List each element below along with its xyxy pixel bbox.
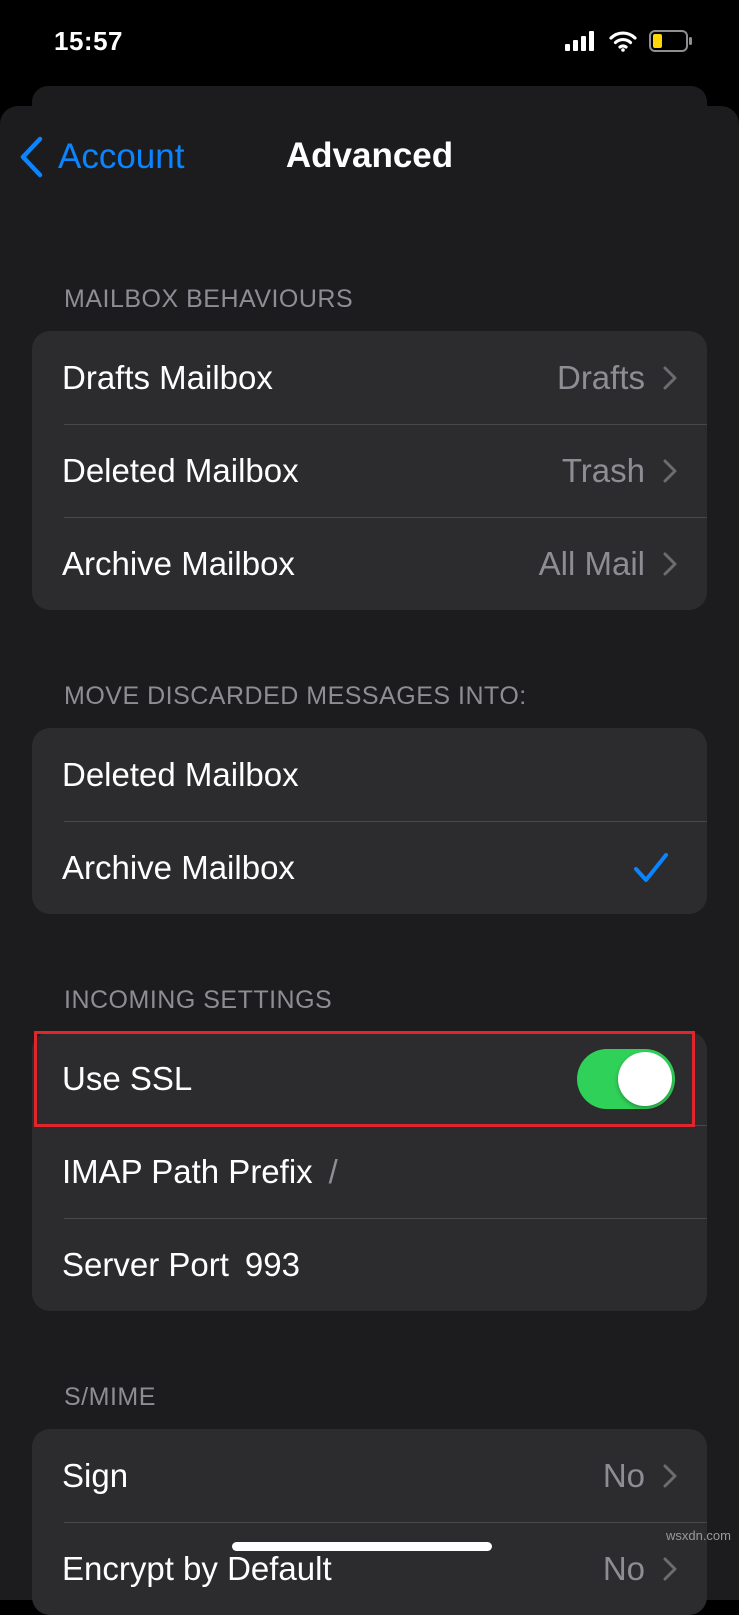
toggle-knob — [618, 1051, 672, 1106]
checkmark-icon — [633, 852, 669, 884]
cellular-signal-icon — [565, 31, 594, 51]
imap-path-prefix-field[interactable]: / — [329, 1153, 338, 1191]
use-ssl-toggle[interactable] — [577, 1048, 675, 1109]
row-value: No — [602, 1549, 645, 1587]
archive-mailbox-row[interactable]: Archive Mailbox All Mail — [32, 517, 707, 610]
battery-icon — [649, 30, 692, 52]
server-port-field[interactable]: 993 — [245, 1246, 300, 1284]
sign-row[interactable]: Sign No — [32, 1429, 707, 1522]
back-button[interactable]: Account — [18, 136, 184, 178]
row-value: Drafts — [556, 358, 645, 396]
move-discarded-group: Deleted Mailbox Archive Mailbox — [32, 728, 707, 914]
smime-group: Sign No Encrypt by Default No — [32, 1429, 707, 1615]
server-port-row[interactable]: Server Port 993 — [32, 1218, 707, 1311]
section-header-smime: S/MIME — [64, 1383, 156, 1411]
deleted-mailbox-row[interactable]: Deleted Mailbox Trash — [32, 424, 707, 517]
drafts-mailbox-row[interactable]: Drafts Mailbox Drafts — [32, 331, 707, 424]
row-label: Archive Mailbox — [62, 848, 295, 886]
status-bar: 15:57 — [0, 0, 739, 90]
row-value: No — [602, 1456, 645, 1494]
section-header-move-discarded: MOVE DISCARDED MESSAGES INTO: — [64, 682, 527, 710]
status-time: 15:57 — [54, 26, 123, 56]
row-label: Deleted Mailbox — [62, 451, 299, 489]
encrypt-by-default-row[interactable]: Encrypt by Default No — [32, 1522, 707, 1615]
chevron-right-icon — [663, 366, 677, 390]
row-label: Encrypt by Default — [62, 1549, 332, 1587]
row-label: Archive Mailbox — [62, 544, 295, 582]
chevron-right-icon — [663, 1464, 677, 1488]
row-value: Trash — [561, 451, 645, 489]
chevron-right-icon — [663, 459, 677, 483]
row-label: Deleted Mailbox — [62, 755, 299, 793]
chevron-right-icon — [663, 552, 677, 576]
mailbox-behaviours-group: Drafts Mailbox Drafts Deleted Mailbox Tr… — [32, 331, 707, 610]
discard-archive-mailbox-option[interactable]: Archive Mailbox — [32, 821, 707, 914]
incoming-settings-group: Use SSL IMAP Path Prefix / Server Port 9… — [32, 1032, 707, 1311]
row-label: Use SSL — [62, 1059, 193, 1097]
row-value: All Mail — [538, 544, 645, 582]
watermark: wsxdn.com — [665, 1528, 731, 1543]
imap-path-prefix-row[interactable]: IMAP Path Prefix / — [32, 1125, 707, 1218]
row-label: Drafts Mailbox — [62, 358, 273, 396]
section-header-mailbox-behaviours: MAILBOX BEHAVIOURS — [64, 285, 354, 313]
chevron-right-icon — [663, 1557, 677, 1581]
row-label: Server Port — [62, 1245, 229, 1283]
row-label: Sign — [62, 1456, 129, 1494]
row-label: IMAP Path Prefix — [62, 1152, 313, 1190]
back-button-label: Account — [58, 137, 185, 176]
wifi-icon — [609, 31, 637, 52]
discard-deleted-mailbox-option[interactable]: Deleted Mailbox — [32, 728, 707, 821]
chevron-left-icon — [20, 136, 43, 178]
use-ssl-row: Use SSL — [32, 1032, 707, 1125]
section-header-incoming-settings: INCOMING SETTINGS — [64, 986, 333, 1014]
status-icons — [565, 30, 693, 52]
home-indicator — [232, 1542, 492, 1551]
